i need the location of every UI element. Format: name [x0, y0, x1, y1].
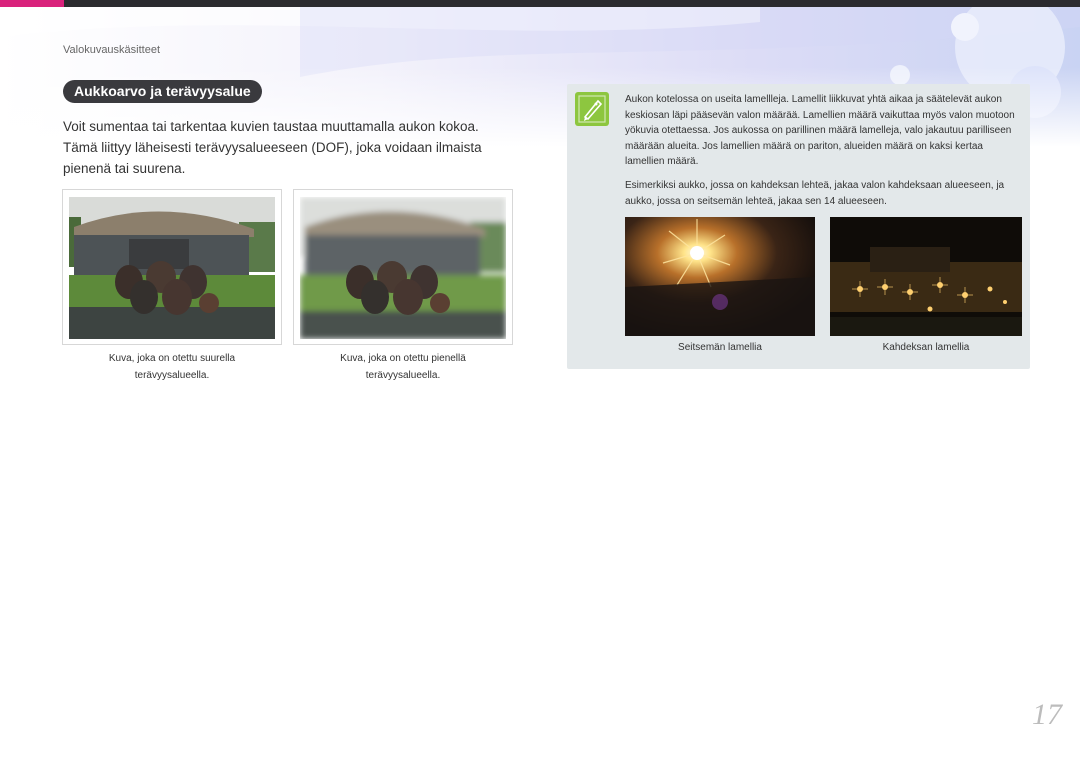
page-number: 17	[1032, 698, 1062, 731]
photo-seven-blades	[625, 217, 815, 336]
note-box: Aukon kotelossa on useita lamellleja. La…	[567, 84, 1030, 369]
caption-line: Kuva, joka on otettu suurella	[108, 353, 236, 364]
breadcrumb: Valokuvauskäsitteet	[63, 44, 161, 56]
photo-eight-blades	[830, 217, 1022, 336]
photo-frame-large-dof	[62, 189, 282, 345]
caption-line: terävyysalueella.	[134, 370, 210, 381]
example-caption-eight: Kahdeksan lamellia	[882, 342, 970, 353]
example-caption-seven: Seitsemän lamellia	[678, 342, 762, 353]
section-title: Aukkoarvo ja terävyysalue	[63, 80, 262, 103]
photo-caption-small-dof: Kuva, joka on otettu pienellä terävyysal…	[293, 350, 513, 384]
photo-sharp-background	[69, 197, 275, 339]
pen-note-icon	[575, 92, 609, 126]
caption-line: terävyysalueella.	[365, 370, 441, 381]
photo-caption-large-dof: Kuva, joka on otettu suurella terävyysal…	[62, 350, 282, 384]
note-paragraph-1: Aukon kotelossa on useita lamellleja. La…	[625, 94, 1015, 167]
top-bar-accent	[0, 0, 64, 7]
note-paragraph-2: Esimerkiksi aukko, jossa on kahdeksan le…	[625, 180, 1005, 207]
top-bar	[0, 0, 1080, 7]
photo-frame-small-dof	[293, 189, 513, 345]
caption-line: Kuva, joka on otettu pienellä	[340, 353, 466, 364]
photo-blurred-background	[300, 197, 506, 339]
intro-paragraph: Voit sumentaa tai tarkentaa kuvien taust…	[63, 119, 482, 176]
